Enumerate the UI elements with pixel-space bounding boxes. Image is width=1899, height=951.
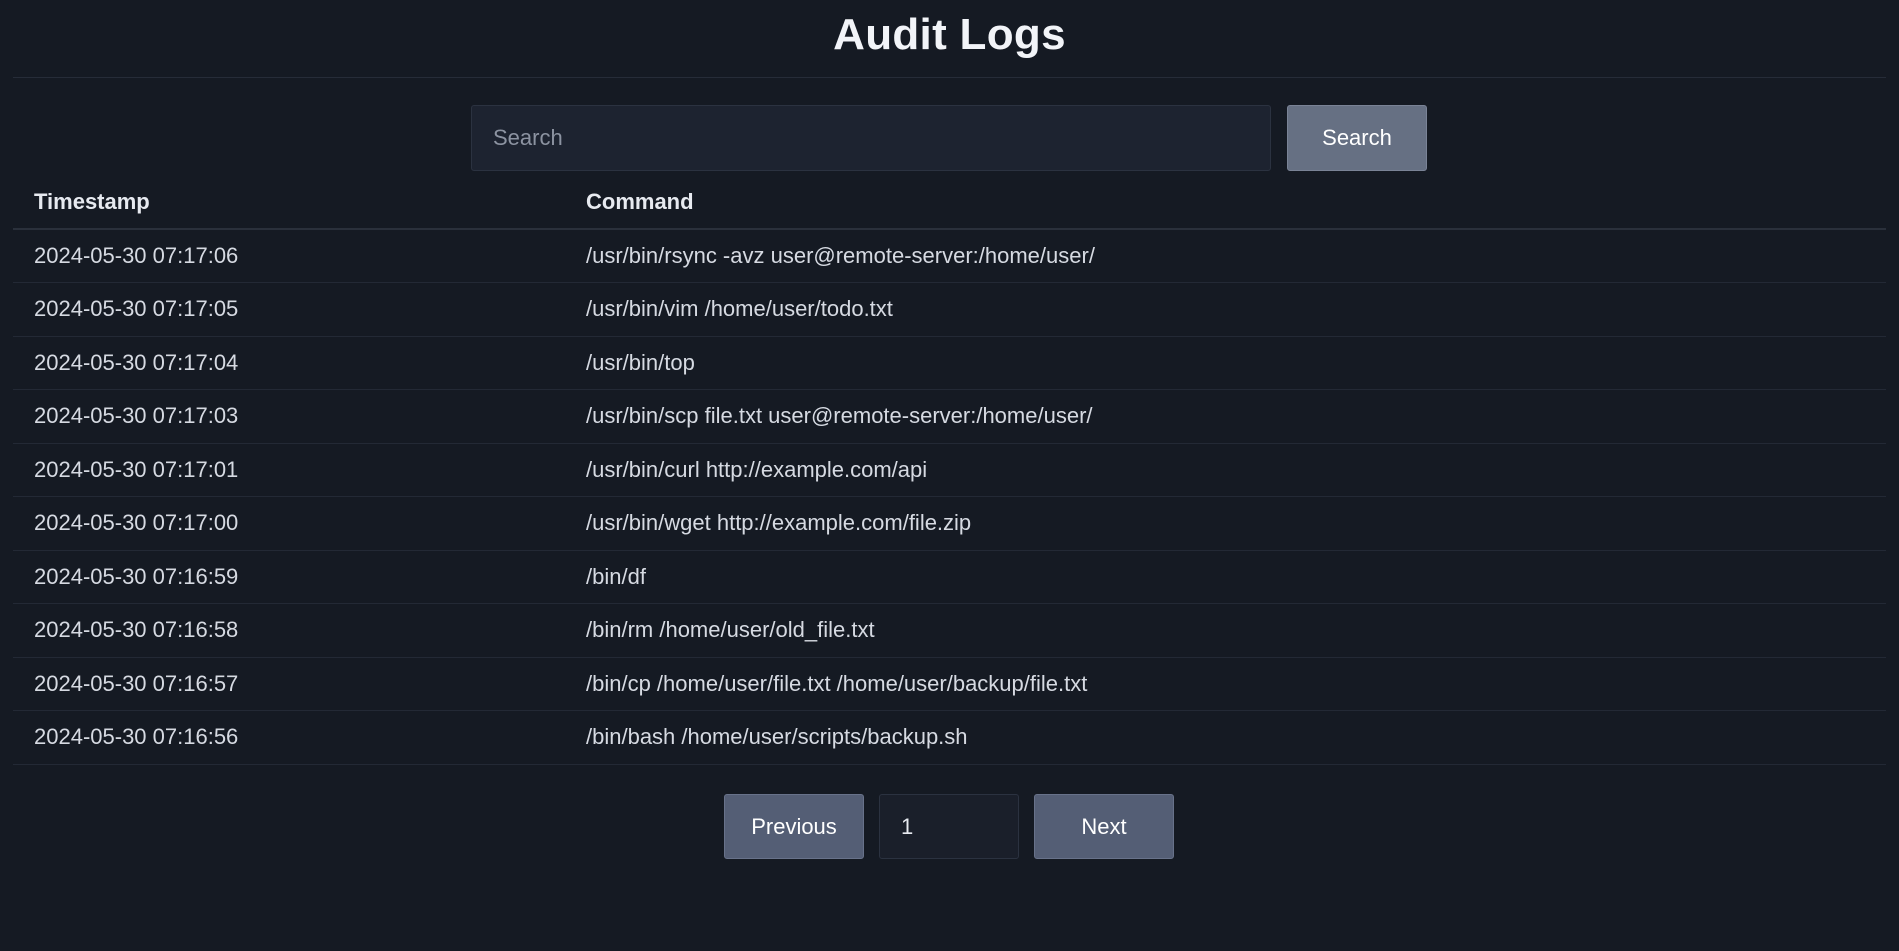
audit-logs-page: Audit Logs Search Timestamp Command 2024… <box>0 0 1899 951</box>
page-title: Audit Logs <box>833 10 1066 59</box>
table-row: 2024-05-30 07:16:56 /bin/bash /home/user… <box>13 710 1886 765</box>
table-row: 2024-05-30 07:17:06 /usr/bin/rsync -avz … <box>13 229 1886 283</box>
command-cell: /usr/bin/vim /home/user/todo.txt <box>565 282 1886 337</box>
timestamp-cell: 2024-05-30 07:17:06 <box>13 229 565 283</box>
pagination: Previous Next <box>724 794 1174 859</box>
table-row: 2024-05-30 07:16:58 /bin/rm /home/user/o… <box>13 603 1886 658</box>
audit-log-table: Timestamp Command 2024-05-30 07:17:06 /u… <box>13 176 1886 765</box>
table-row: 2024-05-30 07:17:04 /usr/bin/top <box>13 336 1886 390</box>
command-cell: /bin/rm /home/user/old_file.txt <box>565 603 1886 658</box>
table-body: 2024-05-30 07:17:06 /usr/bin/rsync -avz … <box>13 229 1886 765</box>
command-cell: /usr/bin/scp file.txt user@remote-server… <box>565 389 1886 444</box>
timestamp-cell: 2024-05-30 07:16:57 <box>13 657 565 711</box>
table-row: 2024-05-30 07:16:59 /bin/df <box>13 550 1886 604</box>
previous-page-button[interactable]: Previous <box>724 794 864 859</box>
search-input[interactable] <box>471 105 1271 171</box>
command-cell: /usr/bin/wget http://example.com/file.zi… <box>565 496 1886 551</box>
table-row: 2024-05-30 07:17:00 /usr/bin/wget http:/… <box>13 496 1886 551</box>
table-header: Timestamp Command <box>13 176 1886 230</box>
timestamp-cell: 2024-05-30 07:16:59 <box>13 550 565 604</box>
command-cell: /usr/bin/rsync -avz user@remote-server:/… <box>565 229 1886 283</box>
column-header-command: Command <box>565 176 1886 230</box>
table-header-row: Timestamp Command <box>13 176 1886 230</box>
command-cell: /bin/bash /home/user/scripts/backup.sh <box>565 710 1886 765</box>
timestamp-cell: 2024-05-30 07:16:56 <box>13 710 565 765</box>
command-cell: /bin/df <box>565 550 1886 604</box>
command-cell: /bin/cp /home/user/file.txt /home/user/b… <box>565 657 1886 711</box>
timestamp-cell: 2024-05-30 07:17:03 <box>13 389 565 444</box>
table-row: 2024-05-30 07:16:57 /bin/cp /home/user/f… <box>13 657 1886 711</box>
page-number-input[interactable] <box>879 794 1019 859</box>
timestamp-cell: 2024-05-30 07:17:04 <box>13 336 565 390</box>
search-bar: Search <box>471 105 1427 171</box>
command-cell: /usr/bin/curl http://example.com/api <box>565 443 1886 497</box>
timestamp-cell: 2024-05-30 07:16:58 <box>13 603 565 658</box>
table-row: 2024-05-30 07:17:05 /usr/bin/vim /home/u… <box>13 282 1886 337</box>
timestamp-cell: 2024-05-30 07:17:05 <box>13 282 565 337</box>
timestamp-cell: 2024-05-30 07:17:00 <box>13 496 565 551</box>
next-page-button[interactable]: Next <box>1034 794 1174 859</box>
column-header-timestamp: Timestamp <box>13 176 565 230</box>
command-cell: /usr/bin/top <box>565 336 1886 390</box>
table-row: 2024-05-30 07:17:01 /usr/bin/curl http:/… <box>13 443 1886 497</box>
timestamp-cell: 2024-05-30 07:17:01 <box>13 443 565 497</box>
search-button[interactable]: Search <box>1287 105 1427 171</box>
audit-log-table-container: Timestamp Command 2024-05-30 07:17:06 /u… <box>13 176 1886 765</box>
page-header: Audit Logs <box>13 0 1886 78</box>
table-row: 2024-05-30 07:17:03 /usr/bin/scp file.tx… <box>13 389 1886 444</box>
